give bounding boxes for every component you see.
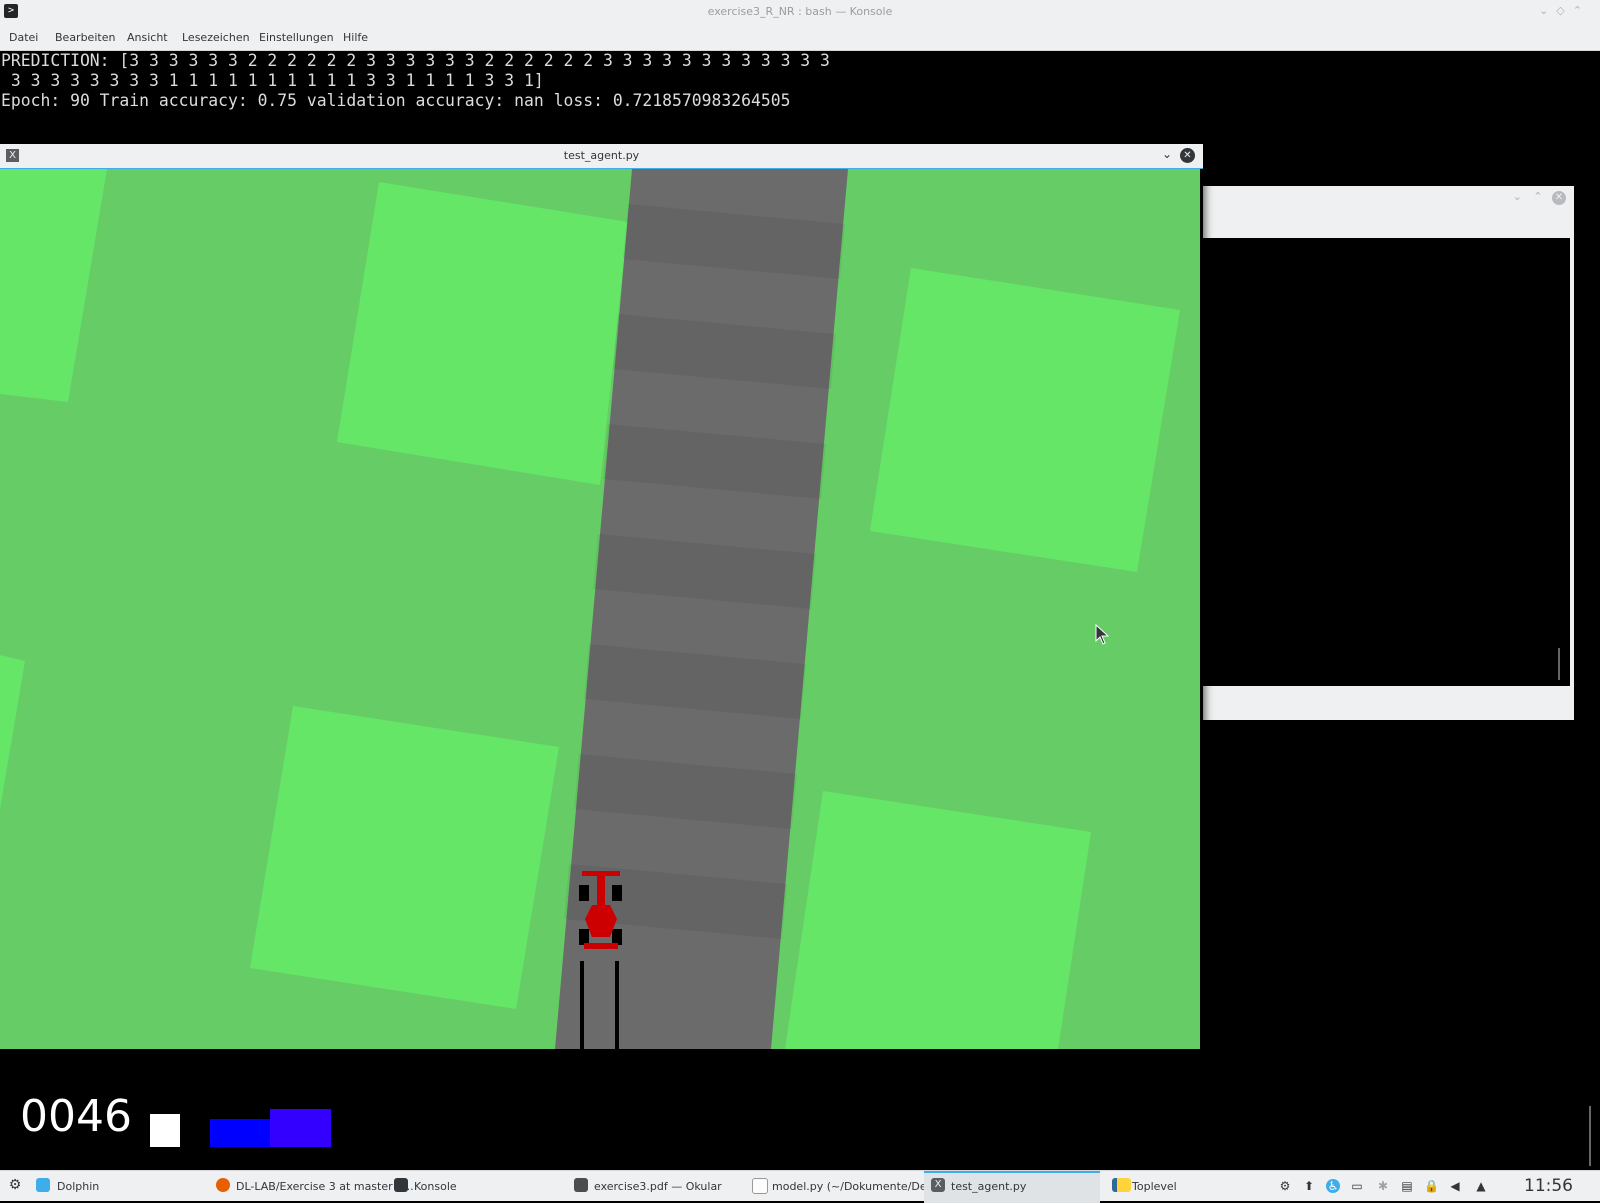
terminal-icon (394, 1178, 408, 1192)
konsole-titlebar[interactable]: > exercise3_R_NR : bash — Konsole ⌄◇⌃ (0, 0, 1600, 24)
task-model-py[interactable]: model.py (~/Dokumente/Dee... (748, 1171, 944, 1201)
task-dolphin[interactable]: Dolphin (34, 1171, 204, 1201)
task-test-agent[interactable]: X test_agent.py (924, 1171, 1100, 1203)
chevron-up-icon[interactable]: ⌃ (1533, 190, 1542, 203)
terminal-line-prediction-cont: 3 3 3 3 3 3 3 3 1 1 1 1 1 1 1 1 1 1 3 3 … (1, 71, 544, 90)
mouse-cursor-icon (1095, 624, 1109, 645)
terminal-output[interactable]: PREDICTION: [3 3 3 3 3 3 2 2 2 2 2 2 3 3… (0, 51, 1600, 147)
menu-datei[interactable]: Datei (9, 31, 38, 44)
speed-indicator (150, 1114, 180, 1147)
app-launcher-icon[interactable]: ⚙ (6, 1177, 24, 1195)
tire-track (615, 961, 619, 1049)
toplevel-titlebar[interactable]: ⌄ ⌃ ✕ (1180, 186, 1574, 238)
text-editor-icon (752, 1178, 768, 1194)
display-icon[interactable]: ▭ (1350, 1179, 1364, 1193)
test-agent-title: test_agent.py (563, 149, 640, 162)
grass-tile (337, 182, 628, 485)
update-icon[interactable]: ⬆ (1302, 1179, 1316, 1193)
toplevel-window: ⌄ ⌃ ✕ (1180, 186, 1574, 720)
minimize-icon[interactable]: ⌄ (1162, 147, 1172, 161)
menu-einstellungen[interactable]: Einstellungen (259, 31, 334, 44)
konsole-scrollbar[interactable] (1589, 1106, 1591, 1166)
terminal-line-prediction: PREDICTION: [3 3 3 3 3 3 2 2 2 2 2 2 3 3… (1, 51, 830, 70)
score-counter: 0046 (20, 1091, 132, 1142)
toplevel-scrollbar[interactable] (1558, 648, 1560, 680)
toplevel-window-controls[interactable]: ⌄ ⌃ ✕ (1513, 190, 1566, 205)
network-settings-icon[interactable]: ⚙ (1278, 1179, 1292, 1193)
tire-track (580, 961, 584, 1049)
menu-bearbeiten[interactable]: Bearbeiten (55, 31, 115, 44)
lock-icon[interactable]: 🔒 (1424, 1179, 1439, 1193)
test-agent-window: X test_agent.py ⌄ ✕ 0046 (0, 144, 1203, 1187)
clipboard-icon[interactable]: ▤ (1400, 1179, 1414, 1193)
konsole-title: exercise3_R_NR : bash — Konsole (707, 5, 893, 18)
okular-icon (574, 1178, 588, 1192)
python-icon (1112, 1178, 1131, 1192)
bluetooth-icon[interactable]: ✱ (1376, 1179, 1390, 1193)
close-button[interactable]: ✕ (1180, 148, 1195, 163)
task-toplevel[interactable]: Toplevel (1106, 1171, 1276, 1201)
grass-tile (250, 706, 559, 1009)
grass-tile (785, 791, 1091, 1049)
terminal-line-epoch: Epoch: 90 Train accuracy: 0.75 validatio… (1, 91, 791, 110)
abs-sensor-bar (270, 1109, 331, 1147)
menu-hilfe[interactable]: Hilfe (343, 31, 368, 44)
expand-tray-icon[interactable]: ▲ (1474, 1179, 1488, 1193)
chevron-down-icon[interactable]: ⌄ (1513, 190, 1522, 203)
folder-icon (36, 1178, 50, 1192)
close-icon[interactable]: ✕ (1552, 191, 1566, 205)
volume-icon[interactable]: ◀ (1448, 1179, 1462, 1193)
task-firefox[interactable]: DL-LAB/Exercise 3 at master · ... (212, 1171, 414, 1201)
taskbar: ⚙ Dolphin DL-LAB/Exercise 3 at master · … (0, 1170, 1600, 1203)
x-window-icon: X (931, 1178, 945, 1192)
menu-lesezeichen[interactable]: Lesezeichen (182, 31, 250, 44)
task-okular[interactable]: exercise3.pdf — Okular (572, 1171, 742, 1201)
toplevel-canvas (1180, 238, 1570, 686)
konsole-menubar: Datei Bearbeiten Ansicht Lesezeichen Ein… (0, 24, 1600, 51)
clock[interactable]: 11:56 (1524, 1176, 1573, 1196)
task-konsole[interactable]: Konsole (392, 1171, 562, 1201)
firefox-icon (216, 1178, 230, 1192)
window-controls[interactable]: ⌄◇⌃ (1539, 4, 1590, 17)
grass-tile (870, 268, 1180, 572)
accessibility-icon[interactable]: ♿ (1326, 1179, 1340, 1193)
abs-sensor-bar (210, 1119, 272, 1147)
game-viewport[interactable]: 0046 (0, 169, 1200, 1187)
menu-ansicht[interactable]: Ansicht (127, 31, 168, 44)
test-agent-titlebar[interactable]: X test_agent.py ⌄ ✕ (0, 144, 1203, 169)
